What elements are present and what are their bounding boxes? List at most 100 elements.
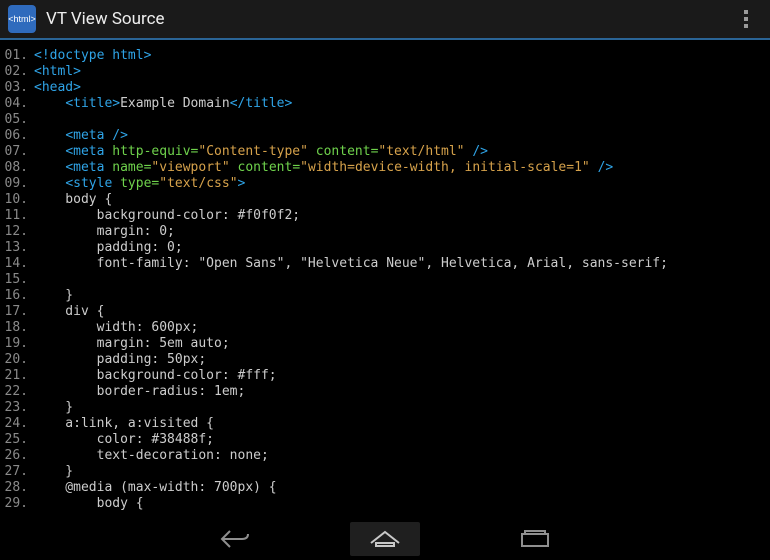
code-line: 10. body { — [0, 192, 770, 208]
code-content: border-radius: 1em; — [34, 384, 770, 400]
code-line: 28. @media (max-width: 700px) { — [0, 480, 770, 496]
system-nav-bar — [0, 518, 770, 560]
code-content: <title>Example Domain</title> — [34, 96, 770, 112]
line-number: 28. — [0, 480, 34, 496]
line-number: 23. — [0, 400, 34, 416]
code-line: 14. font-family: "Open Sans", "Helvetica… — [0, 256, 770, 272]
action-bar: <html> VT View Source — [0, 0, 770, 40]
code-content: a:link, a:visited { — [34, 416, 770, 432]
line-number: 14. — [0, 256, 34, 272]
code-content: @media (max-width: 700px) { — [34, 480, 770, 496]
code-content: body { — [34, 496, 770, 512]
code-content — [34, 272, 770, 288]
line-number: 19. — [0, 336, 34, 352]
code-line: 27. } — [0, 464, 770, 480]
code-line: 22. border-radius: 1em; — [0, 384, 770, 400]
code-line: 20. padding: 50px; — [0, 352, 770, 368]
home-icon — [369, 529, 401, 549]
line-number: 08. — [0, 160, 34, 176]
code-line: 18. width: 600px; — [0, 320, 770, 336]
code-content: <meta name="viewport" content="width=dev… — [34, 160, 770, 176]
source-code-view[interactable]: 01.<!doctype html>02.<html>03.<head>04. … — [0, 40, 770, 518]
line-number: 24. — [0, 416, 34, 432]
line-number: 11. — [0, 208, 34, 224]
code-line: 04. <title>Example Domain</title> — [0, 96, 770, 112]
code-content: } — [34, 464, 770, 480]
code-line: 07. <meta http-equiv="Content-type" cont… — [0, 144, 770, 160]
code-content: } — [34, 400, 770, 416]
app-title: VT View Source — [46, 9, 730, 29]
code-content: <head> — [34, 80, 770, 96]
line-number: 17. — [0, 304, 34, 320]
code-line: 23. } — [0, 400, 770, 416]
code-content: font-family: "Open Sans", "Helvetica Neu… — [34, 256, 770, 272]
line-number: 22. — [0, 384, 34, 400]
code-line: 05. — [0, 112, 770, 128]
code-line: 03.<head> — [0, 80, 770, 96]
recents-icon — [520, 529, 550, 549]
more-vert-icon — [744, 10, 748, 28]
code-content — [34, 112, 770, 128]
line-number: 29. — [0, 496, 34, 512]
line-number: 09. — [0, 176, 34, 192]
code-content: <meta /> — [34, 128, 770, 144]
line-number: 16. — [0, 288, 34, 304]
code-content: color: #38488f; — [34, 432, 770, 448]
code-content: <html> — [34, 64, 770, 80]
line-number: 21. — [0, 368, 34, 384]
code-content: <style type="text/css"> — [34, 176, 770, 192]
line-number: 02. — [0, 64, 34, 80]
code-line: 15. — [0, 272, 770, 288]
code-content: background-color: #f0f0f2; — [34, 208, 770, 224]
line-number: 10. — [0, 192, 34, 208]
code-content: margin: 0; — [34, 224, 770, 240]
line-number: 20. — [0, 352, 34, 368]
code-line: 16. } — [0, 288, 770, 304]
recents-button[interactable] — [500, 522, 570, 556]
code-line: 08. <meta name="viewport" content="width… — [0, 160, 770, 176]
line-number: 25. — [0, 432, 34, 448]
code-content: <!doctype html> — [34, 48, 770, 64]
back-icon — [220, 528, 250, 550]
line-number: 03. — [0, 80, 34, 96]
line-number: 01. — [0, 48, 34, 64]
code-line: 06. <meta /> — [0, 128, 770, 144]
back-button[interactable] — [200, 522, 270, 556]
line-number: 15. — [0, 272, 34, 288]
line-number: 07. — [0, 144, 34, 160]
code-content: width: 600px; — [34, 320, 770, 336]
line-number: 05. — [0, 112, 34, 128]
app-icon: <html> — [8, 5, 36, 33]
line-number: 13. — [0, 240, 34, 256]
code-line: 19. margin: 5em auto; — [0, 336, 770, 352]
line-number: 06. — [0, 128, 34, 144]
code-content: body { — [34, 192, 770, 208]
code-line: 02.<html> — [0, 64, 770, 80]
code-line: 01.<!doctype html> — [0, 48, 770, 64]
code-line: 12. margin: 0; — [0, 224, 770, 240]
line-number: 18. — [0, 320, 34, 336]
code-line: 24. a:link, a:visited { — [0, 416, 770, 432]
code-line: 11. background-color: #f0f0f2; — [0, 208, 770, 224]
code-content: padding: 0; — [34, 240, 770, 256]
code-content: background-color: #fff; — [34, 368, 770, 384]
code-line: 25. color: #38488f; — [0, 432, 770, 448]
code-line: 21. background-color: #fff; — [0, 368, 770, 384]
code-line: 29. body { — [0, 496, 770, 512]
code-content: } — [34, 288, 770, 304]
home-button[interactable] — [350, 522, 420, 556]
code-line: 13. padding: 0; — [0, 240, 770, 256]
line-number: 12. — [0, 224, 34, 240]
code-line: 09. <style type="text/css"> — [0, 176, 770, 192]
code-line: 26. text-decoration: none; — [0, 448, 770, 464]
line-number: 26. — [0, 448, 34, 464]
overflow-menu-button[interactable] — [730, 3, 762, 35]
line-number: 04. — [0, 96, 34, 112]
code-content: <meta http-equiv="Content-type" content=… — [34, 144, 770, 160]
code-content: margin: 5em auto; — [34, 336, 770, 352]
code-content: div { — [34, 304, 770, 320]
code-content: text-decoration: none; — [34, 448, 770, 464]
code-content: padding: 50px; — [34, 352, 770, 368]
line-number: 27. — [0, 464, 34, 480]
code-line: 17. div { — [0, 304, 770, 320]
